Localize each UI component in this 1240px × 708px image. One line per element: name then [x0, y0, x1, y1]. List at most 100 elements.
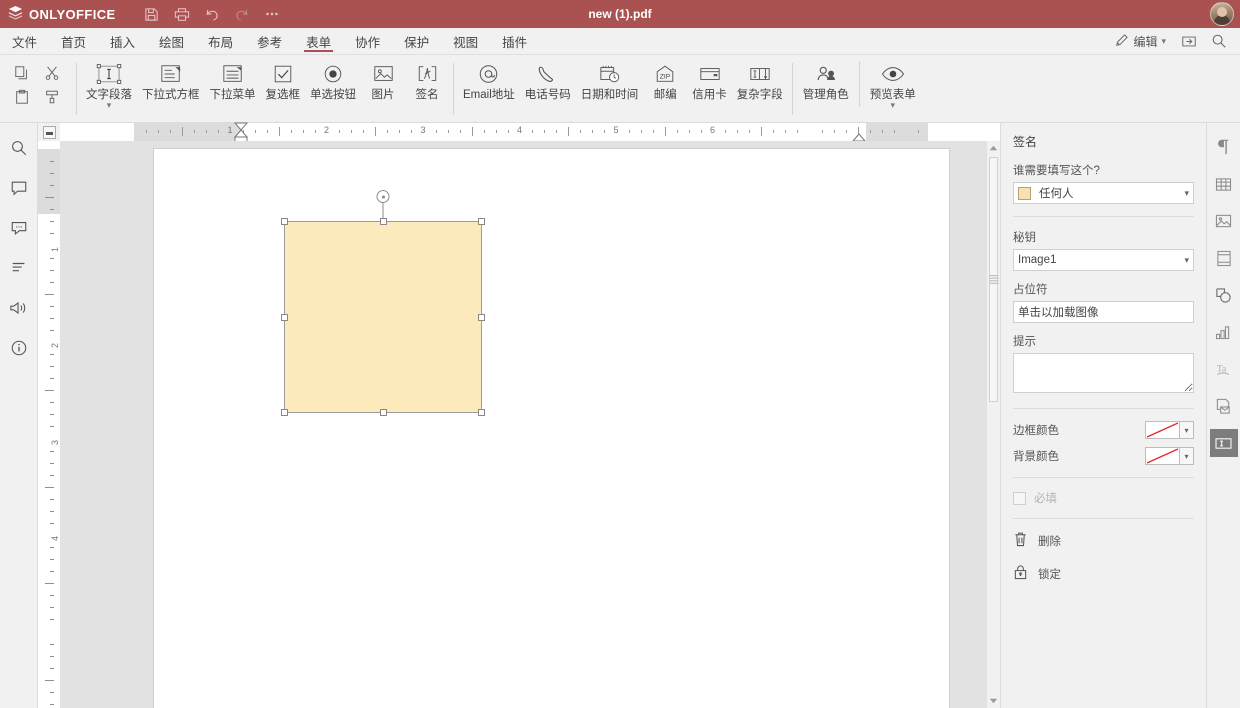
feedback-icon[interactable] [4, 295, 34, 321]
undo-button[interactable] [198, 2, 226, 26]
shape-settings-icon[interactable] [1210, 281, 1238, 309]
chevron-down-icon[interactable]: ▾ [891, 101, 896, 110]
placeholder-input[interactable] [1013, 301, 1194, 323]
search-icon[interactable] [4, 135, 34, 161]
header-footer-settings-icon[interactable] [1210, 244, 1238, 272]
tab-insert[interactable]: 插入 [98, 28, 147, 54]
open-file-location-button[interactable] [1176, 30, 1202, 52]
headings-icon[interactable] [4, 255, 34, 281]
scrollbar-thumb[interactable] [989, 157, 998, 402]
redo-button[interactable] [228, 2, 256, 26]
ruler-row: 123456 [38, 122, 1000, 144]
insert-image-button[interactable]: 图片 [361, 57, 405, 102]
vertical-scrollbar[interactable] [986, 141, 1000, 708]
tab-view[interactable]: 视图 [441, 28, 490, 54]
chart-settings-icon[interactable] [1210, 318, 1238, 346]
preview-form-button[interactable]: 预览表单 ▾ [864, 57, 922, 110]
form-settings-icon[interactable] [1209, 429, 1238, 457]
tab-protection[interactable]: 保护 [392, 28, 441, 54]
ruler-tick [50, 233, 54, 235]
document-page[interactable] [154, 149, 949, 708]
border-color-swatch[interactable] [1145, 421, 1180, 439]
main-area: 123456 1234 签名 谁需要填写这个? 任何人 ▾ 秘钥 Image1 … [0, 122, 1240, 708]
print-button[interactable] [168, 2, 196, 26]
resize-handle-n[interactable] [379, 218, 387, 225]
tip-textarea[interactable] [1013, 353, 1194, 393]
insert-radio-button-button[interactable]: 单选按钮 [305, 57, 361, 102]
resize-handle-se[interactable] [478, 409, 485, 416]
insert-checkbox-button[interactable]: 复选框 [261, 57, 306, 102]
chevron-down-icon[interactable]: ▾ [107, 101, 112, 110]
tab-references[interactable]: 参考 [245, 28, 294, 54]
tab-collaboration[interactable]: 协作 [343, 28, 392, 54]
insert-email-button[interactable]: Email地址 [458, 57, 520, 102]
app-logo[interactable]: ONLYOFFICE [0, 5, 116, 23]
search-button[interactable] [1206, 30, 1232, 52]
resize-handle-s[interactable] [379, 409, 387, 416]
resize-handle-nw[interactable] [281, 218, 288, 225]
insert-signature-button[interactable]: 签名 [405, 57, 449, 102]
vertical-ruler[interactable]: 1 2 3 4 [38, 141, 60, 708]
manage-roles-button[interactable]: 管理角色 [797, 57, 855, 102]
resize-handle-sw[interactable] [281, 409, 288, 416]
bg-color-swatch[interactable] [1145, 447, 1180, 465]
resize-handle-e[interactable] [478, 313, 485, 321]
required-checkbox-row[interactable]: 必填 [1013, 490, 1194, 506]
bg-color-control[interactable]: ▾ [1145, 447, 1194, 465]
ruler-tick [50, 595, 54, 597]
chevron-down-icon[interactable]: ▾ [1180, 421, 1194, 439]
save-button[interactable] [138, 2, 166, 26]
scroll-up-arrow[interactable] [987, 141, 1000, 155]
text-art-settings-icon[interactable]: Ta [1210, 355, 1238, 383]
required-checkbox[interactable] [1013, 491, 1026, 505]
bg-color-row: 背景颜色 ▾ [1013, 447, 1194, 465]
edit-mode-button[interactable]: 编辑 ▾ [1109, 31, 1172, 52]
chevron-down-icon[interactable]: ▾ [1180, 447, 1194, 465]
insert-complex-field-button[interactable]: 复杂字段 [732, 57, 788, 102]
border-color-control[interactable]: ▾ [1145, 421, 1194, 439]
insert-radio-button-label: 单选按钮 [310, 89, 356, 101]
ruler-tick [170, 130, 172, 133]
key-select[interactable]: Image1 ▾ [1013, 249, 1194, 271]
copy-icon[interactable] [12, 63, 32, 83]
placeholder-label: 占位符 [1013, 284, 1048, 296]
ruler-tick [50, 450, 54, 452]
lock-field-button[interactable]: 锁定 [1013, 564, 1194, 583]
tab-stop-selector[interactable] [38, 123, 60, 141]
tab-plugins[interactable]: 插件 [490, 28, 539, 54]
horizontal-ruler[interactable]: 123456 [60, 122, 1000, 144]
tab-file[interactable]: 文件 [0, 28, 49, 54]
insert-credit-card-button[interactable]: 信用卡 [687, 57, 732, 102]
image-form-field[interactable] [281, 190, 485, 416]
insert-zip-button[interactable]: ZIP 邮编 [643, 57, 687, 102]
tab-home[interactable]: 首页 [49, 28, 98, 54]
insert-phone-button[interactable]: 电话号码 [520, 57, 576, 102]
tab-layout[interactable]: 布局 [196, 28, 245, 54]
delete-field-button[interactable]: 删除 [1013, 531, 1194, 550]
mail-merge-settings-icon[interactable] [1210, 392, 1238, 420]
insert-text-field-button[interactable]: 文字段落 ▾ [81, 57, 137, 110]
quick-access-toolbar [138, 2, 286, 26]
insert-dropdown-button[interactable]: 下拉菜单 [205, 57, 261, 102]
tab-draw[interactable]: 绘图 [147, 28, 196, 54]
role-select[interactable]: 任何人 ▾ [1013, 182, 1194, 204]
tab-forms[interactable]: 表单 [294, 28, 343, 54]
rotate-handle[interactable] [376, 190, 390, 203]
resize-handle-w[interactable] [281, 313, 288, 321]
chat-icon[interactable] [4, 215, 34, 241]
paragraph-settings-icon[interactable] [1210, 133, 1238, 161]
more-button[interactable] [258, 2, 286, 26]
document-canvas[interactable] [60, 141, 986, 708]
image-settings-icon[interactable] [1210, 207, 1238, 235]
insert-combo-box-button[interactable]: 下拉式方框 [137, 57, 205, 102]
cut-icon[interactable] [42, 63, 62, 83]
insert-datetime-button[interactable]: 日期和时间 [576, 57, 644, 102]
scroll-down-arrow[interactable] [987, 694, 1000, 708]
resize-handle-ne[interactable] [478, 218, 485, 225]
table-settings-icon[interactable] [1210, 170, 1238, 198]
format-painter-icon[interactable] [42, 87, 62, 107]
paste-icon[interactable] [12, 87, 32, 107]
comments-icon[interactable] [4, 175, 34, 201]
about-icon[interactable] [4, 335, 34, 361]
avatar[interactable] [1210, 2, 1234, 26]
